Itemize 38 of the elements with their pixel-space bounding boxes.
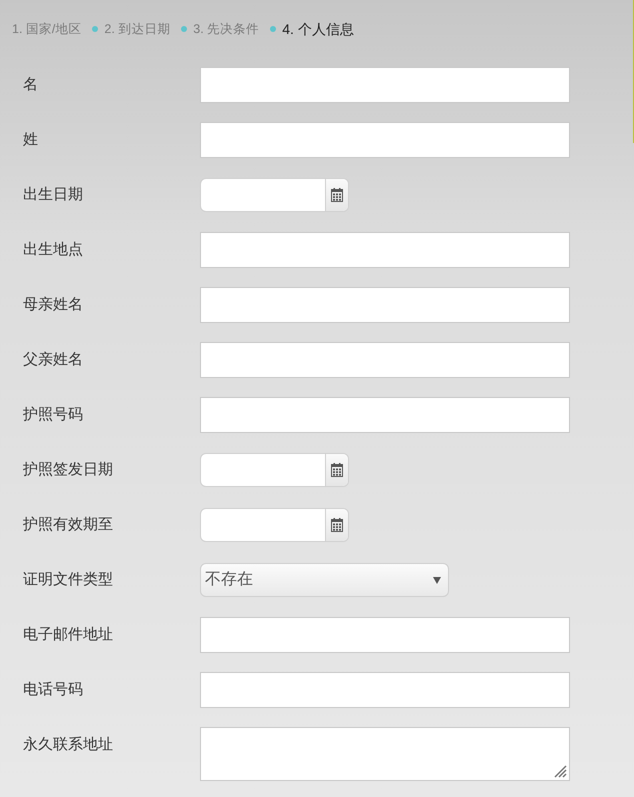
calendar-icon xyxy=(331,463,343,477)
calendar-button[interactable] xyxy=(325,509,348,541)
field-label: 出生地点 xyxy=(22,240,84,260)
breadcrumb-step[interactable]: 1. 国家/地区 xyxy=(12,20,82,38)
caret-down-icon xyxy=(433,576,441,584)
text-input-field[interactable] xyxy=(200,67,570,103)
field-label: 母亲姓名 xyxy=(22,295,84,315)
resize-handle-icon[interactable] xyxy=(554,765,567,778)
text-input-field[interactable] xyxy=(200,122,570,158)
calendar-button[interactable] xyxy=(325,454,348,486)
textarea-field[interactable] xyxy=(200,727,570,781)
field-label: 护照有效期至 xyxy=(22,515,114,535)
field-label: 父亲姓名 xyxy=(22,350,84,370)
calendar-icon xyxy=(331,518,343,532)
field-label: 永久联系地址 xyxy=(22,735,114,755)
breadcrumb-step[interactable]: 3. 先决条件 xyxy=(193,20,260,38)
text-input-field[interactable] xyxy=(200,617,570,653)
text-input-field[interactable] xyxy=(200,287,570,323)
field-label: 护照签发日期 xyxy=(22,460,114,480)
calendar-icon xyxy=(331,188,343,202)
field-label: 证明文件类型 xyxy=(22,570,114,590)
document-type-dropdown[interactable]: 不存在 xyxy=(200,563,449,597)
text-input-field[interactable] xyxy=(200,232,570,268)
date-input-field[interactable] xyxy=(200,178,349,212)
field-label: 名 xyxy=(22,75,39,95)
text-input-field[interactable] xyxy=(200,397,570,433)
field-label: 出生日期 xyxy=(22,185,84,205)
text-input-field[interactable] xyxy=(200,342,570,378)
calendar-button[interactable] xyxy=(325,179,348,211)
field-label: 电话号码 xyxy=(22,680,84,700)
field-label: 护照号码 xyxy=(22,405,84,425)
date-input-field[interactable] xyxy=(200,453,349,487)
breadcrumb-step[interactable]: 4. 个人信息 xyxy=(282,18,354,40)
field-label: 电子邮件地址 xyxy=(22,625,114,645)
field-label: 姓 xyxy=(22,130,39,150)
breadcrumb-step[interactable]: 2. 到达日期 xyxy=(104,20,170,38)
date-input-field[interactable] xyxy=(200,508,349,542)
text-input-field[interactable] xyxy=(200,672,570,708)
